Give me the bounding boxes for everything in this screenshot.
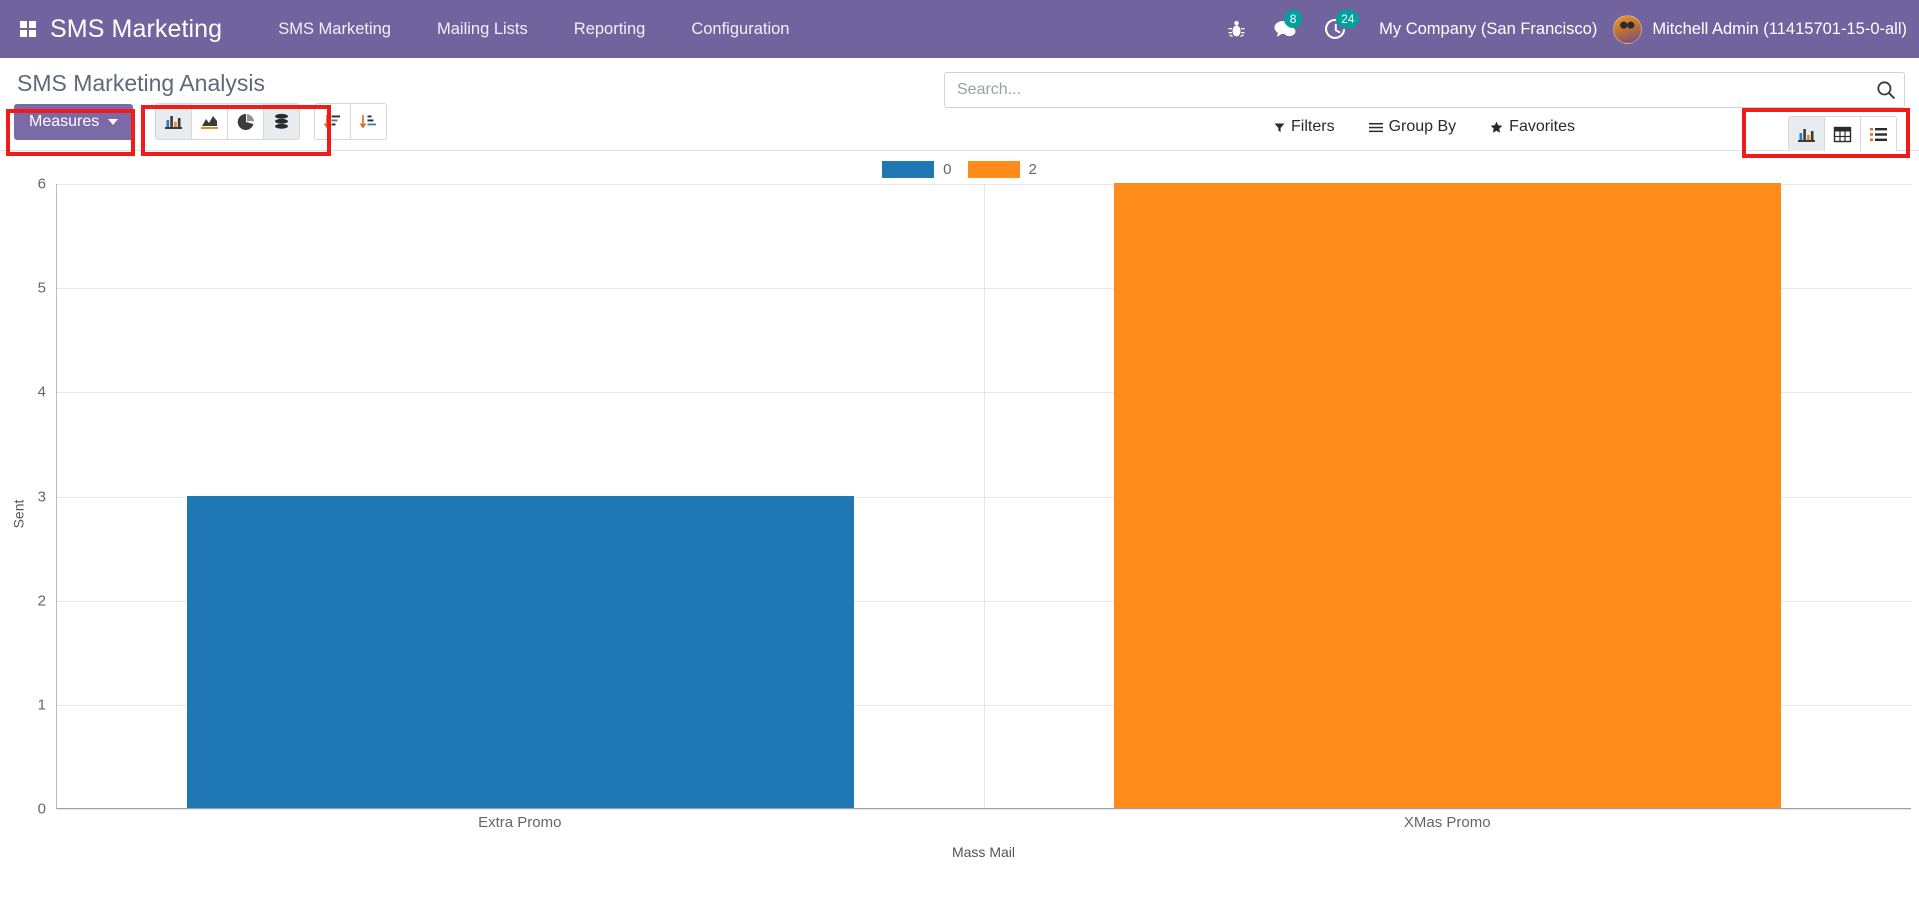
legend-item-0[interactable]: 0 bbox=[882, 161, 952, 178]
messages-icon[interactable]: 8 bbox=[1273, 10, 1303, 39]
line-chart-icon[interactable] bbox=[191, 103, 229, 140]
measures-button[interactable]: Measures bbox=[14, 103, 134, 140]
chart-bar[interactable] bbox=[1113, 183, 1782, 808]
favorites-label: Favorites bbox=[1509, 118, 1575, 135]
control-panel: SMS Marketing Analysis Measures Search..… bbox=[0, 58, 1919, 153]
plot-canvas bbox=[56, 183, 1911, 810]
stacked-chart-icon[interactable] bbox=[263, 103, 301, 140]
pie-chart-icon[interactable] bbox=[227, 103, 265, 140]
group-by-dropdown[interactable]: Group By bbox=[1368, 118, 1457, 136]
y-tick-label: 1 bbox=[37, 696, 46, 714]
y-tick-label: 4 bbox=[37, 383, 46, 401]
activities-badge: 24 bbox=[1336, 9, 1360, 28]
legend-swatch-orange bbox=[967, 161, 1020, 178]
filters-dropdown[interactable]: Filters bbox=[1274, 118, 1335, 136]
bug-icon[interactable] bbox=[1228, 20, 1245, 39]
sort-descending-icon[interactable] bbox=[314, 103, 352, 140]
favorites-dropdown[interactable]: Favorites bbox=[1490, 118, 1575, 136]
x-tick-label: XMas Promo bbox=[1403, 814, 1491, 831]
filters-label: Filters bbox=[1291, 118, 1335, 135]
group-by-lines-icon bbox=[1368, 122, 1383, 132]
bar-chart-icon[interactable] bbox=[155, 103, 193, 140]
legend-label-0: 0 bbox=[943, 161, 952, 178]
control-panel-left: SMS Marketing Analysis Measures bbox=[14, 58, 944, 150]
legend-label-1: 2 bbox=[1028, 161, 1037, 178]
navbar-right-group: 8 24 My Company (San Francisco) Mitchell… bbox=[1214, 9, 1919, 44]
apps-grid-icon[interactable] bbox=[20, 21, 36, 37]
search-icon[interactable] bbox=[1876, 80, 1896, 100]
user-avatar bbox=[1613, 14, 1643, 44]
graph-view-icon[interactable] bbox=[1788, 116, 1825, 153]
group-by-label: Group By bbox=[1388, 118, 1457, 135]
y-tick-label: 0 bbox=[37, 800, 46, 818]
plot-wrapper: Sent 0123456 Extra Promo XMas Promo Mass … bbox=[0, 176, 1919, 860]
filter-bar: Filters Group By Favorites bbox=[944, 108, 1905, 146]
messages-badge: 8 bbox=[1284, 10, 1303, 28]
y-tick-label: 5 bbox=[37, 279, 46, 297]
control-panel-right: Filters Group By Favorites bbox=[944, 58, 1905, 146]
graph-view: 0 2 Sent 0123456 Extra Promo XMas Promo M… bbox=[0, 151, 1919, 891]
page-title: SMS Marketing Analysis bbox=[17, 70, 265, 96]
y-tick-label: 6 bbox=[37, 175, 46, 193]
menu-sms-marketing[interactable]: SMS Marketing bbox=[264, 12, 405, 47]
company-selector[interactable]: My Company (San Francisco) bbox=[1379, 20, 1597, 39]
list-view-icon[interactable] bbox=[1860, 116, 1897, 153]
x-axis-title: Mass Mail bbox=[951, 844, 1015, 860]
search-area bbox=[944, 72, 1905, 108]
y-tick-label: 2 bbox=[37, 592, 46, 610]
x-axis-labels: Extra Promo XMas Promo bbox=[56, 814, 1911, 844]
chart-controls-row: Measures bbox=[14, 103, 944, 150]
star-icon bbox=[1490, 121, 1503, 133]
app-brand-title[interactable]: SMS Marketing bbox=[50, 15, 222, 44]
menu-reporting[interactable]: Reporting bbox=[560, 12, 660, 47]
chart-type-button-group bbox=[155, 103, 301, 140]
legend-item-1[interactable]: 2 bbox=[967, 161, 1037, 178]
menu-configuration[interactable]: Configuration bbox=[677, 12, 803, 47]
filter-caret-icon bbox=[1274, 123, 1285, 132]
sort-button-group bbox=[314, 103, 388, 140]
menu-mailing-lists[interactable]: Mailing Lists bbox=[423, 12, 542, 47]
y-tick-label: 3 bbox=[37, 488, 46, 505]
activity-clock-icon[interactable]: 24 bbox=[1325, 9, 1360, 40]
measures-label: Measures bbox=[29, 112, 100, 130]
view-switcher bbox=[1788, 116, 1897, 153]
gridline bbox=[57, 809, 1911, 810]
pivot-view-icon[interactable] bbox=[1824, 116, 1861, 153]
y-axis-ticks: 0 1 2 3 4 5 6 bbox=[22, 176, 52, 818]
chevron-down-icon bbox=[108, 118, 119, 125]
vertical-gridline bbox=[984, 184, 985, 808]
sort-ascending-icon[interactable] bbox=[350, 103, 388, 140]
x-tick-label: Extra Promo bbox=[478, 814, 562, 831]
user-menu[interactable]: Mitchell Admin (11415701-15-0-all) bbox=[1613, 14, 1907, 44]
legend-swatch-blue bbox=[882, 161, 935, 178]
top-navbar: SMS Marketing SMS Marketing Mailing List… bbox=[0, 0, 1919, 58]
chart-bar[interactable] bbox=[186, 495, 855, 808]
user-name-label: Mitchell Admin (11415701-15-0-all) bbox=[1652, 19, 1907, 38]
search-input[interactable] bbox=[944, 72, 1905, 108]
chart-legend: 0 2 bbox=[0, 151, 1919, 184]
